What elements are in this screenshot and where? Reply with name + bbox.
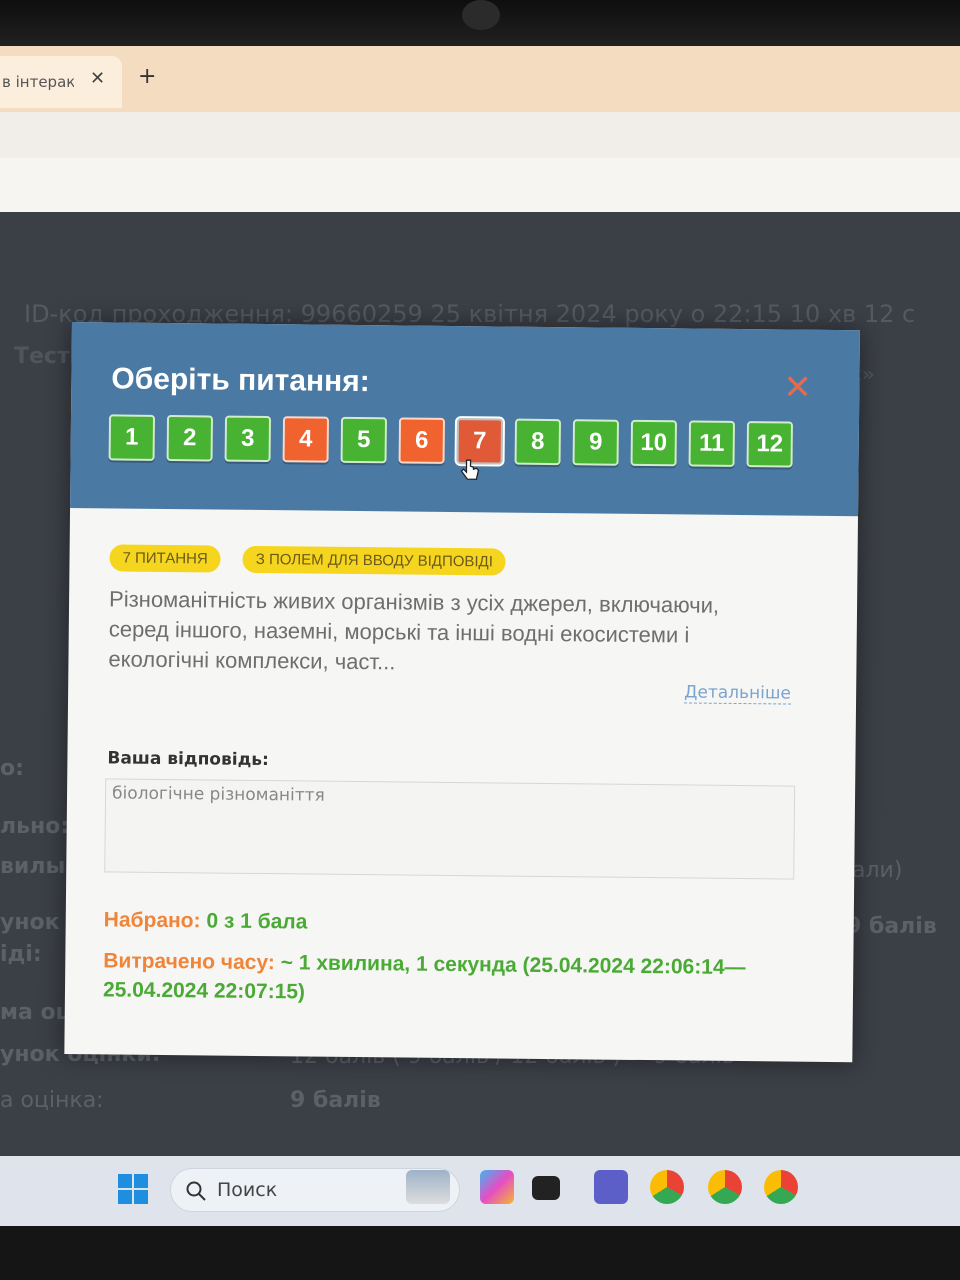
- question-badges: 7 ПИТАННЯ З ПОЛЕМ ДЛЯ ВВОДУ ВІДПОВІДІ: [109, 544, 507, 576]
- result-label: вилы: [0, 854, 66, 879]
- chrome-icon[interactable]: [764, 1170, 798, 1204]
- result-label: ма оц: [0, 1000, 72, 1025]
- result-label: іді:: [0, 942, 42, 967]
- result-label: а оцінка:: [0, 1088, 104, 1113]
- tab-close-icon[interactable]: ✕: [90, 68, 105, 89]
- score-value: 0 з 1 бала: [206, 909, 308, 934]
- browser-tab[interactable]: в інтерак ✕: [0, 56, 122, 108]
- hand-cursor-icon: [460, 459, 480, 480]
- result-value: 9 балів: [846, 914, 937, 939]
- search-icon: [186, 1181, 206, 1201]
- score-line: Набрано: 0 з 1 бала: [104, 908, 308, 934]
- close-icon[interactable]: ✕: [783, 367, 812, 407]
- question-button-8[interactable]: 8: [514, 418, 562, 466]
- question-button-6[interactable]: 6: [398, 417, 446, 464]
- question-button-4[interactable]: 4: [282, 416, 330, 463]
- question-navigation: 1 2 3 4 5 6 7 8 9 10 11 12: [108, 414, 793, 468]
- tab-title: в інтерак: [2, 73, 74, 91]
- modal-title: Оберіть питання:: [111, 362, 370, 399]
- time-spent-line: Витрачено часу: ~ 1 хвилина, 1 секунда (…: [103, 946, 804, 1011]
- test-label: Тест: [14, 344, 70, 369]
- penguin-widget-icon[interactable]: [406, 1170, 450, 1204]
- question-button-1[interactable]: 1: [108, 414, 156, 461]
- more-details-link[interactable]: Детальніше: [684, 682, 792, 705]
- windows-taskbar: Поиск: [0, 1156, 960, 1226]
- score-label: Набрано:: [103, 908, 201, 933]
- question-number-badge: 7 ПИТАННЯ: [109, 544, 221, 573]
- teams-icon[interactable]: [594, 1170, 628, 1204]
- webcam: [462, 0, 500, 30]
- question-button-12[interactable]: 12: [746, 421, 793, 468]
- question-button-11[interactable]: 11: [688, 420, 736, 467]
- question-text: Різноманітність живих організмів з усіх …: [108, 586, 720, 675]
- chrome-profile-icon[interactable]: [708, 1170, 742, 1204]
- question-button-5[interactable]: 5: [340, 416, 388, 464]
- time-label: Витрачено часу:: [103, 949, 275, 975]
- search-placeholder: Поиск: [217, 1179, 278, 1201]
- browser-tab-bar: в інтерак ✕ +: [0, 46, 960, 116]
- monitor-bezel-top: [0, 0, 960, 52]
- question-select-modal: Оберіть питання: ✕ 1 2 3 4 5 6 7 8 9 10 11 12 7 ПИТ…: [64, 322, 860, 1063]
- result-value: али): [852, 858, 903, 883]
- chrome-profile-icon[interactable]: [650, 1170, 684, 1204]
- copilot-icon[interactable]: [480, 1170, 514, 1204]
- final-grade-value: 9 балів: [290, 1088, 381, 1113]
- question-type-badge: З ПОЛЕМ ДЛЯ ВВОДУ ВІДПОВІДІ: [242, 545, 507, 576]
- monitor-bezel-bottom: [0, 1226, 960, 1280]
- new-tab-button[interactable]: +: [138, 64, 156, 89]
- question-button-3[interactable]: 3: [224, 415, 272, 463]
- modal-header: Оберіть питання: ✕ 1 2 3 4 5 6 7 8 9 10 11 12: [70, 322, 860, 517]
- result-label: льно:: [0, 814, 70, 839]
- answer-label: Ваша відповідь:: [107, 748, 270, 771]
- windows-start-icon[interactable]: [118, 1174, 148, 1204]
- question-button-10[interactable]: 10: [630, 419, 678, 467]
- question-button-9[interactable]: 9: [572, 419, 620, 466]
- question-button-2[interactable]: 2: [166, 415, 214, 462]
- result-label: о:: [0, 756, 24, 781]
- result-label: унок: [0, 910, 60, 935]
- answer-field: біологічне різноманіття: [104, 778, 796, 880]
- file-explorer-icon[interactable]: [532, 1176, 560, 1200]
